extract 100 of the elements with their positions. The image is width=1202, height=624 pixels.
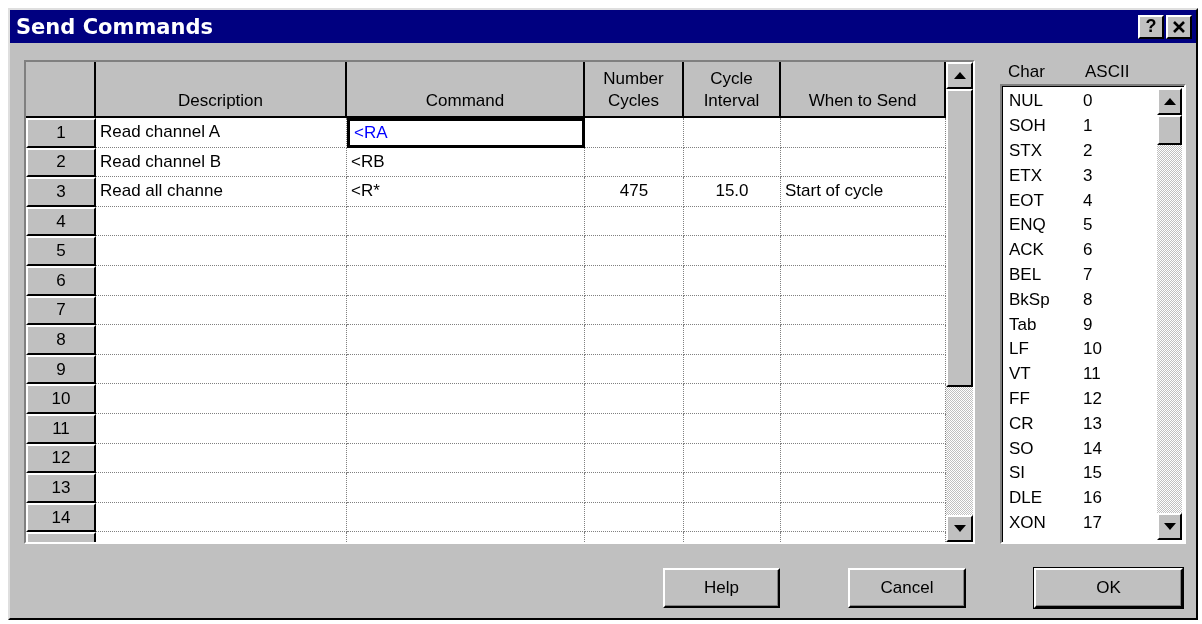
char-name[interactable]: SOH: [1009, 116, 1083, 137]
table-cell[interactable]: [585, 118, 684, 148]
table-cell[interactable]: Read channel B: [96, 147, 347, 178]
table-cell[interactable]: [96, 295, 347, 326]
char-name[interactable]: LF: [1009, 339, 1083, 360]
table-cell[interactable]: [96, 206, 347, 237]
table-cell[interactable]: [684, 295, 781, 326]
column-header[interactable]: When to Send: [781, 62, 946, 118]
char-name[interactable]: ACK: [1009, 240, 1083, 261]
ascii-code[interactable]: 4: [1083, 190, 1093, 211]
table-cell[interactable]: [96, 473, 347, 503]
row-header[interactable]: 2: [26, 147, 96, 178]
char-name[interactable]: XON: [1009, 512, 1083, 533]
table-cell[interactable]: [585, 502, 684, 533]
row-header[interactable]: 13: [26, 473, 96, 503]
ascii-code[interactable]: 16: [1083, 488, 1102, 509]
ascii-code[interactable]: 10: [1083, 339, 1102, 360]
row-header[interactable]: 5: [26, 236, 96, 266]
table-cell[interactable]: [96, 236, 347, 266]
row-header[interactable]: 11: [26, 413, 96, 444]
table-cell[interactable]: [96, 413, 347, 444]
ascii-code[interactable]: 6: [1083, 240, 1093, 261]
table-cell[interactable]: [684, 118, 781, 148]
column-header[interactable]: Description: [96, 62, 347, 118]
table-cell[interactable]: [347, 325, 585, 355]
row-header[interactable]: 1: [26, 118, 96, 148]
char-name[interactable]: FF: [1009, 388, 1083, 409]
dialog-button[interactable]: Cancel: [848, 568, 966, 608]
dialog-button[interactable]: Help: [663, 568, 780, 608]
table-cell[interactable]: [585, 325, 684, 355]
table-cell[interactable]: [684, 147, 781, 178]
ascii-code[interactable]: 9: [1083, 314, 1093, 335]
table-cell[interactable]: [585, 354, 684, 385]
char-name[interactable]: CR: [1009, 413, 1083, 434]
row-header[interactable]: 4: [26, 206, 96, 237]
table-cell[interactable]: [96, 502, 347, 533]
scroll-down-icon[interactable]: [1157, 513, 1182, 540]
row-header[interactable]: 3: [26, 177, 96, 207]
row-header[interactable]: 9: [26, 354, 96, 385]
char-name[interactable]: VT: [1009, 364, 1083, 385]
table-cell[interactable]: [684, 413, 781, 444]
char-name[interactable]: BEL: [1009, 264, 1083, 285]
table-cell[interactable]: [347, 206, 585, 237]
table-cell[interactable]: [347, 384, 585, 414]
table-cell[interactable]: [96, 265, 347, 296]
char-name[interactable]: ETX: [1009, 165, 1083, 186]
ascii-code[interactable]: 13: [1083, 413, 1102, 434]
row-header[interactable]: 7: [26, 295, 96, 326]
row-header[interactable]: 10: [26, 384, 96, 414]
table-cell[interactable]: <RB: [347, 147, 585, 178]
char-name[interactable]: BkSp: [1009, 289, 1083, 310]
scroll-up-icon[interactable]: [946, 62, 973, 89]
char-name[interactable]: SO: [1009, 438, 1083, 459]
ascii-code[interactable]: 7: [1083, 264, 1093, 285]
table-cell[interactable]: [684, 384, 781, 414]
table-cell[interactable]: <R*: [347, 177, 585, 207]
table-cell[interactable]: [347, 413, 585, 444]
table-cell[interactable]: [585, 473, 684, 503]
char-name[interactable]: NUL: [1009, 91, 1083, 112]
table-cell[interactable]: [585, 265, 684, 296]
char-name[interactable]: ENQ: [1009, 215, 1083, 236]
table-cell[interactable]: [684, 325, 781, 355]
ascii-code[interactable]: 0: [1083, 91, 1093, 112]
table-cell[interactable]: [684, 354, 781, 385]
char-name[interactable]: Tab: [1009, 314, 1083, 335]
scroll-up-icon[interactable]: [1157, 88, 1182, 115]
table-cell[interactable]: [347, 265, 585, 296]
ascii-code[interactable]: 3: [1083, 165, 1093, 186]
char-name[interactable]: DLE: [1009, 488, 1083, 509]
table-cell[interactable]: <RA: [347, 118, 585, 148]
close-icon[interactable]: [1172, 20, 1186, 33]
table-cell[interactable]: [684, 236, 781, 266]
table-cell[interactable]: [585, 295, 684, 326]
table-cell[interactable]: [347, 354, 585, 385]
char-name[interactable]: EOT: [1009, 190, 1083, 211]
close-button[interactable]: [1166, 14, 1192, 39]
ascii-code[interactable]: 5: [1083, 215, 1093, 236]
row-header[interactable]: 12: [26, 443, 96, 474]
table-cell[interactable]: [684, 502, 781, 533]
column-header[interactable]: Cycle Interval: [684, 62, 781, 118]
ascii-code[interactable]: 2: [1083, 141, 1093, 161]
scrollbar[interactable]: [946, 62, 973, 542]
table-cell[interactable]: [585, 443, 684, 474]
table-cell[interactable]: [585, 384, 684, 414]
scroll-thumb[interactable]: [946, 89, 973, 387]
table-cell[interactable]: [96, 354, 347, 385]
table-cell[interactable]: [96, 443, 347, 474]
ascii-code[interactable]: 12: [1083, 388, 1102, 409]
column-header[interactable]: Number Cycles: [585, 62, 684, 118]
table-cell[interactable]: [684, 265, 781, 296]
char-name[interactable]: STX: [1009, 141, 1083, 161]
table-cell[interactable]: [684, 443, 781, 474]
scroll-down-icon[interactable]: [946, 515, 973, 542]
table-cell[interactable]: [684, 473, 781, 503]
table-cell[interactable]: [585, 147, 684, 178]
row-header[interactable]: 14: [26, 502, 96, 533]
help-title-button[interactable]: ?: [1138, 14, 1164, 39]
table-cell[interactable]: 15.0: [684, 177, 781, 207]
table-cell[interactable]: [96, 384, 347, 414]
char-name[interactable]: SI: [1009, 463, 1083, 484]
